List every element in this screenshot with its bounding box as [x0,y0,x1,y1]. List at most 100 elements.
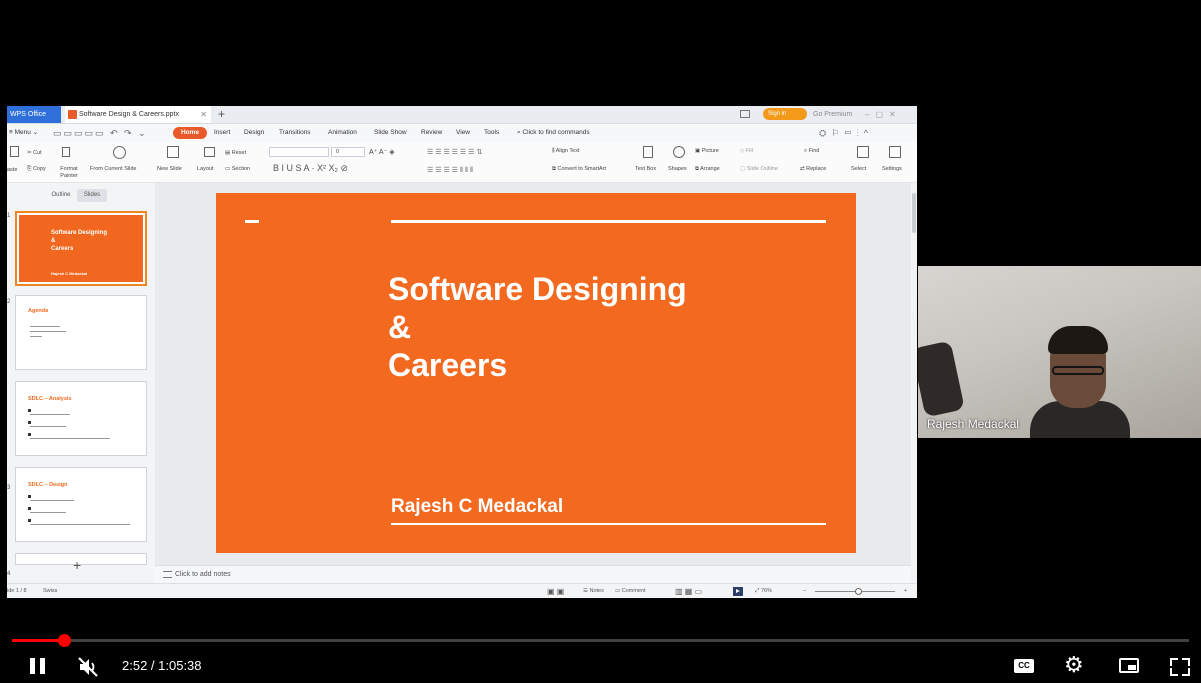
go-premium-link[interactable]: Go Premium [813,106,852,123]
tab-animation[interactable]: Animation [328,124,357,142]
menu-button[interactable]: ≡ Menu ⌄ [9,124,38,142]
settings-button[interactable]: ⚙ [1063,654,1089,678]
zoom-in-button[interactable]: + [904,584,907,598]
tab-home[interactable]: Home [173,127,207,139]
select-icon[interactable] [857,146,869,158]
tab-insert[interactable]: Insert [214,124,230,142]
notes-toggle[interactable]: ☰ Notes [583,584,604,598]
shapes-icon[interactable] [673,146,685,158]
replace-button[interactable]: ⇄ Replace [800,166,826,172]
copy-button[interactable]: ⎘ Copy [27,166,46,173]
settings-icon[interactable] [889,146,901,158]
select-button[interactable]: Select [851,166,866,172]
tab-review[interactable]: Review [421,124,442,142]
window-layout-icon[interactable] [740,110,750,118]
shapes-button[interactable]: Shapes [668,166,687,172]
thumbnail-number: 4 [7,571,11,577]
tab-slide-show[interactable]: Slide Show [374,124,407,142]
document-tab-title: Software Design & Careers.pptx [79,111,179,118]
new-slide-button[interactable]: New Slide [157,166,182,172]
tab-tools[interactable]: Tools [484,124,499,142]
slide-thumbnail[interactable]: Agenda [15,295,147,370]
convert-to-smartart-button[interactable]: ⧉ Convert to SmartArt [552,166,606,173]
wps-office-tab[interactable]: WPS Office [7,106,61,123]
zoom-level[interactable]: ⤢ 76% [755,584,772,598]
command-search[interactable]: ⌕ Click to find commands [517,124,590,142]
miniplayer-button[interactable] [1117,654,1143,678]
comment-toggle[interactable]: ▭ Comment [615,584,646,598]
quick-access-toolbar[interactable]: ▭▭▭▭▭ ↶ ↷ ⌄ [53,124,148,142]
tab-slides[interactable]: Slides [77,189,107,202]
captions-button[interactable]: CC [1011,654,1037,678]
add-slide-button[interactable]: + [73,557,81,573]
section-button[interactable]: ▭ Section [225,166,250,172]
format-painter-icon[interactable] [62,147,70,157]
font-size-buttons[interactable]: A⁺ A⁻ ◈ [369,148,395,156]
current-slide[interactable]: Software Designing & Careers Rajesh C Me… [216,193,856,553]
thumbnail-text-line [30,500,74,501]
tab-transitions[interactable]: Transitions [279,124,311,142]
from-current-slide-button[interactable]: From Current Slide [90,166,136,172]
notes-bar[interactable]: Click to add notes [155,565,911,583]
text-box-button[interactable]: Text Box [635,166,656,172]
thumbnail-bullet [28,495,31,498]
align-text-button[interactable]: ⫼ Align Text [552,148,580,155]
tab-design[interactable]: Design [244,124,264,142]
format-painter-label[interactable]: Format Painter [57,166,81,180]
play-from-current-icon[interactable] [113,146,126,159]
new-slide-icon[interactable] [167,146,179,158]
slide-thumbnail[interactable]: Software Designing & Careers Rajesh C Me… [15,211,147,286]
new-tab-button[interactable]: + [218,106,225,122]
fullscreen-corner-icon [1170,658,1178,666]
tab-outline[interactable]: Outline [45,189,77,202]
progress-bar[interactable] [12,634,1189,647]
text-box-icon[interactable] [643,146,653,158]
picture-button[interactable]: ▣ Picture [695,148,719,154]
find-button[interactable]: ⌕ Find [804,148,819,155]
thumbnail-text-line [30,426,66,427]
sign-in-button[interactable]: Sign in [763,108,807,120]
document-tab[interactable]: Software Design & Careers.pptx ✕ [65,106,211,123]
slide-outline-button[interactable]: ▢ Slide Outline [740,166,778,172]
fullscreen-button[interactable] [1167,654,1193,678]
font-name-dropdown[interactable] [269,147,329,157]
zoom-slider[interactable] [815,588,895,595]
thumbnail-bullet [28,433,31,436]
progress-scrubber[interactable] [58,634,71,647]
slide-thumbnail[interactable]: SDLC – Design [15,467,147,542]
zoom-slider-knob[interactable] [855,588,862,595]
window-controls[interactable]: –▢✕ [865,106,902,123]
pause-button[interactable] [28,656,48,678]
arrange-button[interactable]: ⧉ Arrange [695,166,720,173]
pptx-file-icon [68,110,77,119]
font-size-dropdown[interactable]: 0 [331,147,365,157]
scroll-thumb[interactable] [912,193,916,233]
slide-author[interactable]: Rajesh C Medackal [391,496,563,518]
reset-button[interactable]: ▤ Reset [225,150,246,156]
layout-icon[interactable] [204,147,215,157]
slide-title[interactable]: Software Designing & Careers [388,270,808,384]
paste-label[interactable]: aste [7,167,17,173]
paragraph-buttons[interactable]: ☰ ☰ ☰ ☰ ☰ ☰ ⇅ [427,148,482,156]
status-icons[interactable]: ▣ ▣ [547,584,564,598]
text-format-buttons[interactable]: B I U S A · X² X₂ ⊘ [273,163,348,174]
zoom-out-button[interactable]: − [803,584,806,598]
slide-thumbnail[interactable]: SDLC – Analysis [15,381,147,456]
layout-button[interactable]: Layout [197,166,214,172]
thumbnail-title: SDLC – Design [28,482,68,488]
toolbar-right-icons[interactable]: ⛭⚐▭⋮^ [819,124,873,142]
view-mode-buttons[interactable]: ▥ ▦ ▭ [675,584,702,598]
theme-name: Swiss [43,588,58,594]
vertical-scrollbar[interactable] [911,183,917,583]
cut-button[interactable]: ✂ Cut [27,150,42,156]
close-tab-icon[interactable]: ✕ [200,106,207,123]
paste-icon[interactable] [10,146,19,157]
slideshow-play-button[interactable] [733,587,743,596]
mute-button[interactable] [77,656,101,678]
notes-placeholder[interactable]: Click to add notes [175,566,231,583]
tab-view[interactable]: View [456,124,470,142]
fill-button[interactable]: ◇ Fill [740,148,753,154]
video-player[interactable]: WPS Office Software Design & Careers.ppt… [0,0,1201,680]
settings-button[interactable]: Settings [882,166,902,172]
alignment-buttons[interactable]: ☰ ☰ ☰ ☰ ⦀ ⦀ ⦀ [427,166,473,175]
